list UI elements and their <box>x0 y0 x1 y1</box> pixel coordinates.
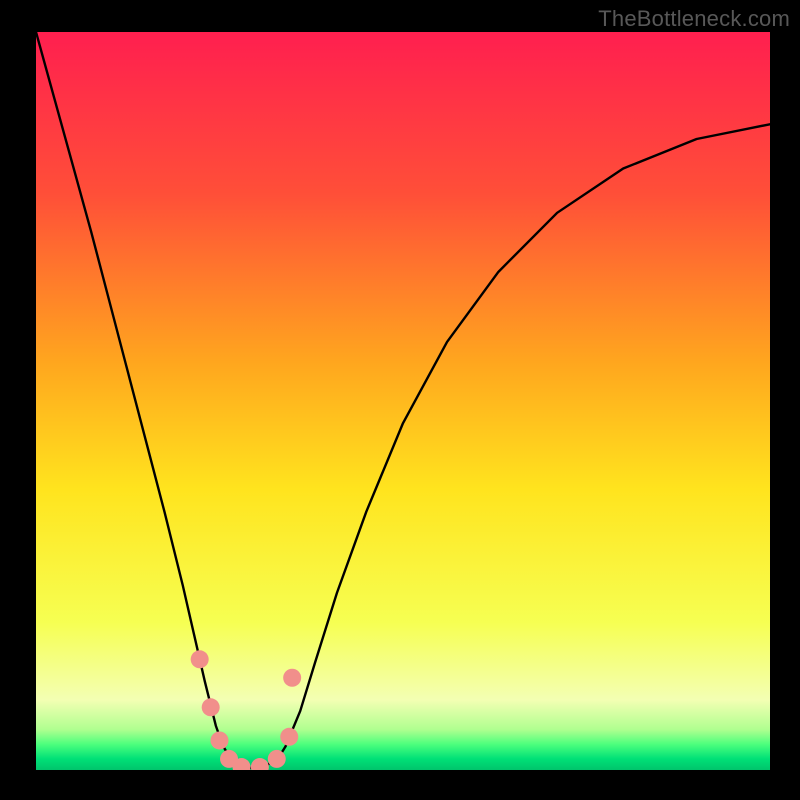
curve-marker <box>283 669 301 687</box>
curve-marker <box>268 750 286 768</box>
curve-marker <box>202 698 220 716</box>
curve-marker <box>191 650 209 668</box>
bottleneck-chart <box>0 0 800 800</box>
curve-marker <box>251 758 269 776</box>
gradient-background <box>36 32 770 770</box>
curve-marker <box>233 758 251 776</box>
curve-marker <box>211 731 229 749</box>
curve-marker <box>280 728 298 746</box>
watermark-text: TheBottleneck.com <box>598 6 790 32</box>
chart-frame: { "watermark": "TheBottleneck.com", "cha… <box>0 0 800 800</box>
